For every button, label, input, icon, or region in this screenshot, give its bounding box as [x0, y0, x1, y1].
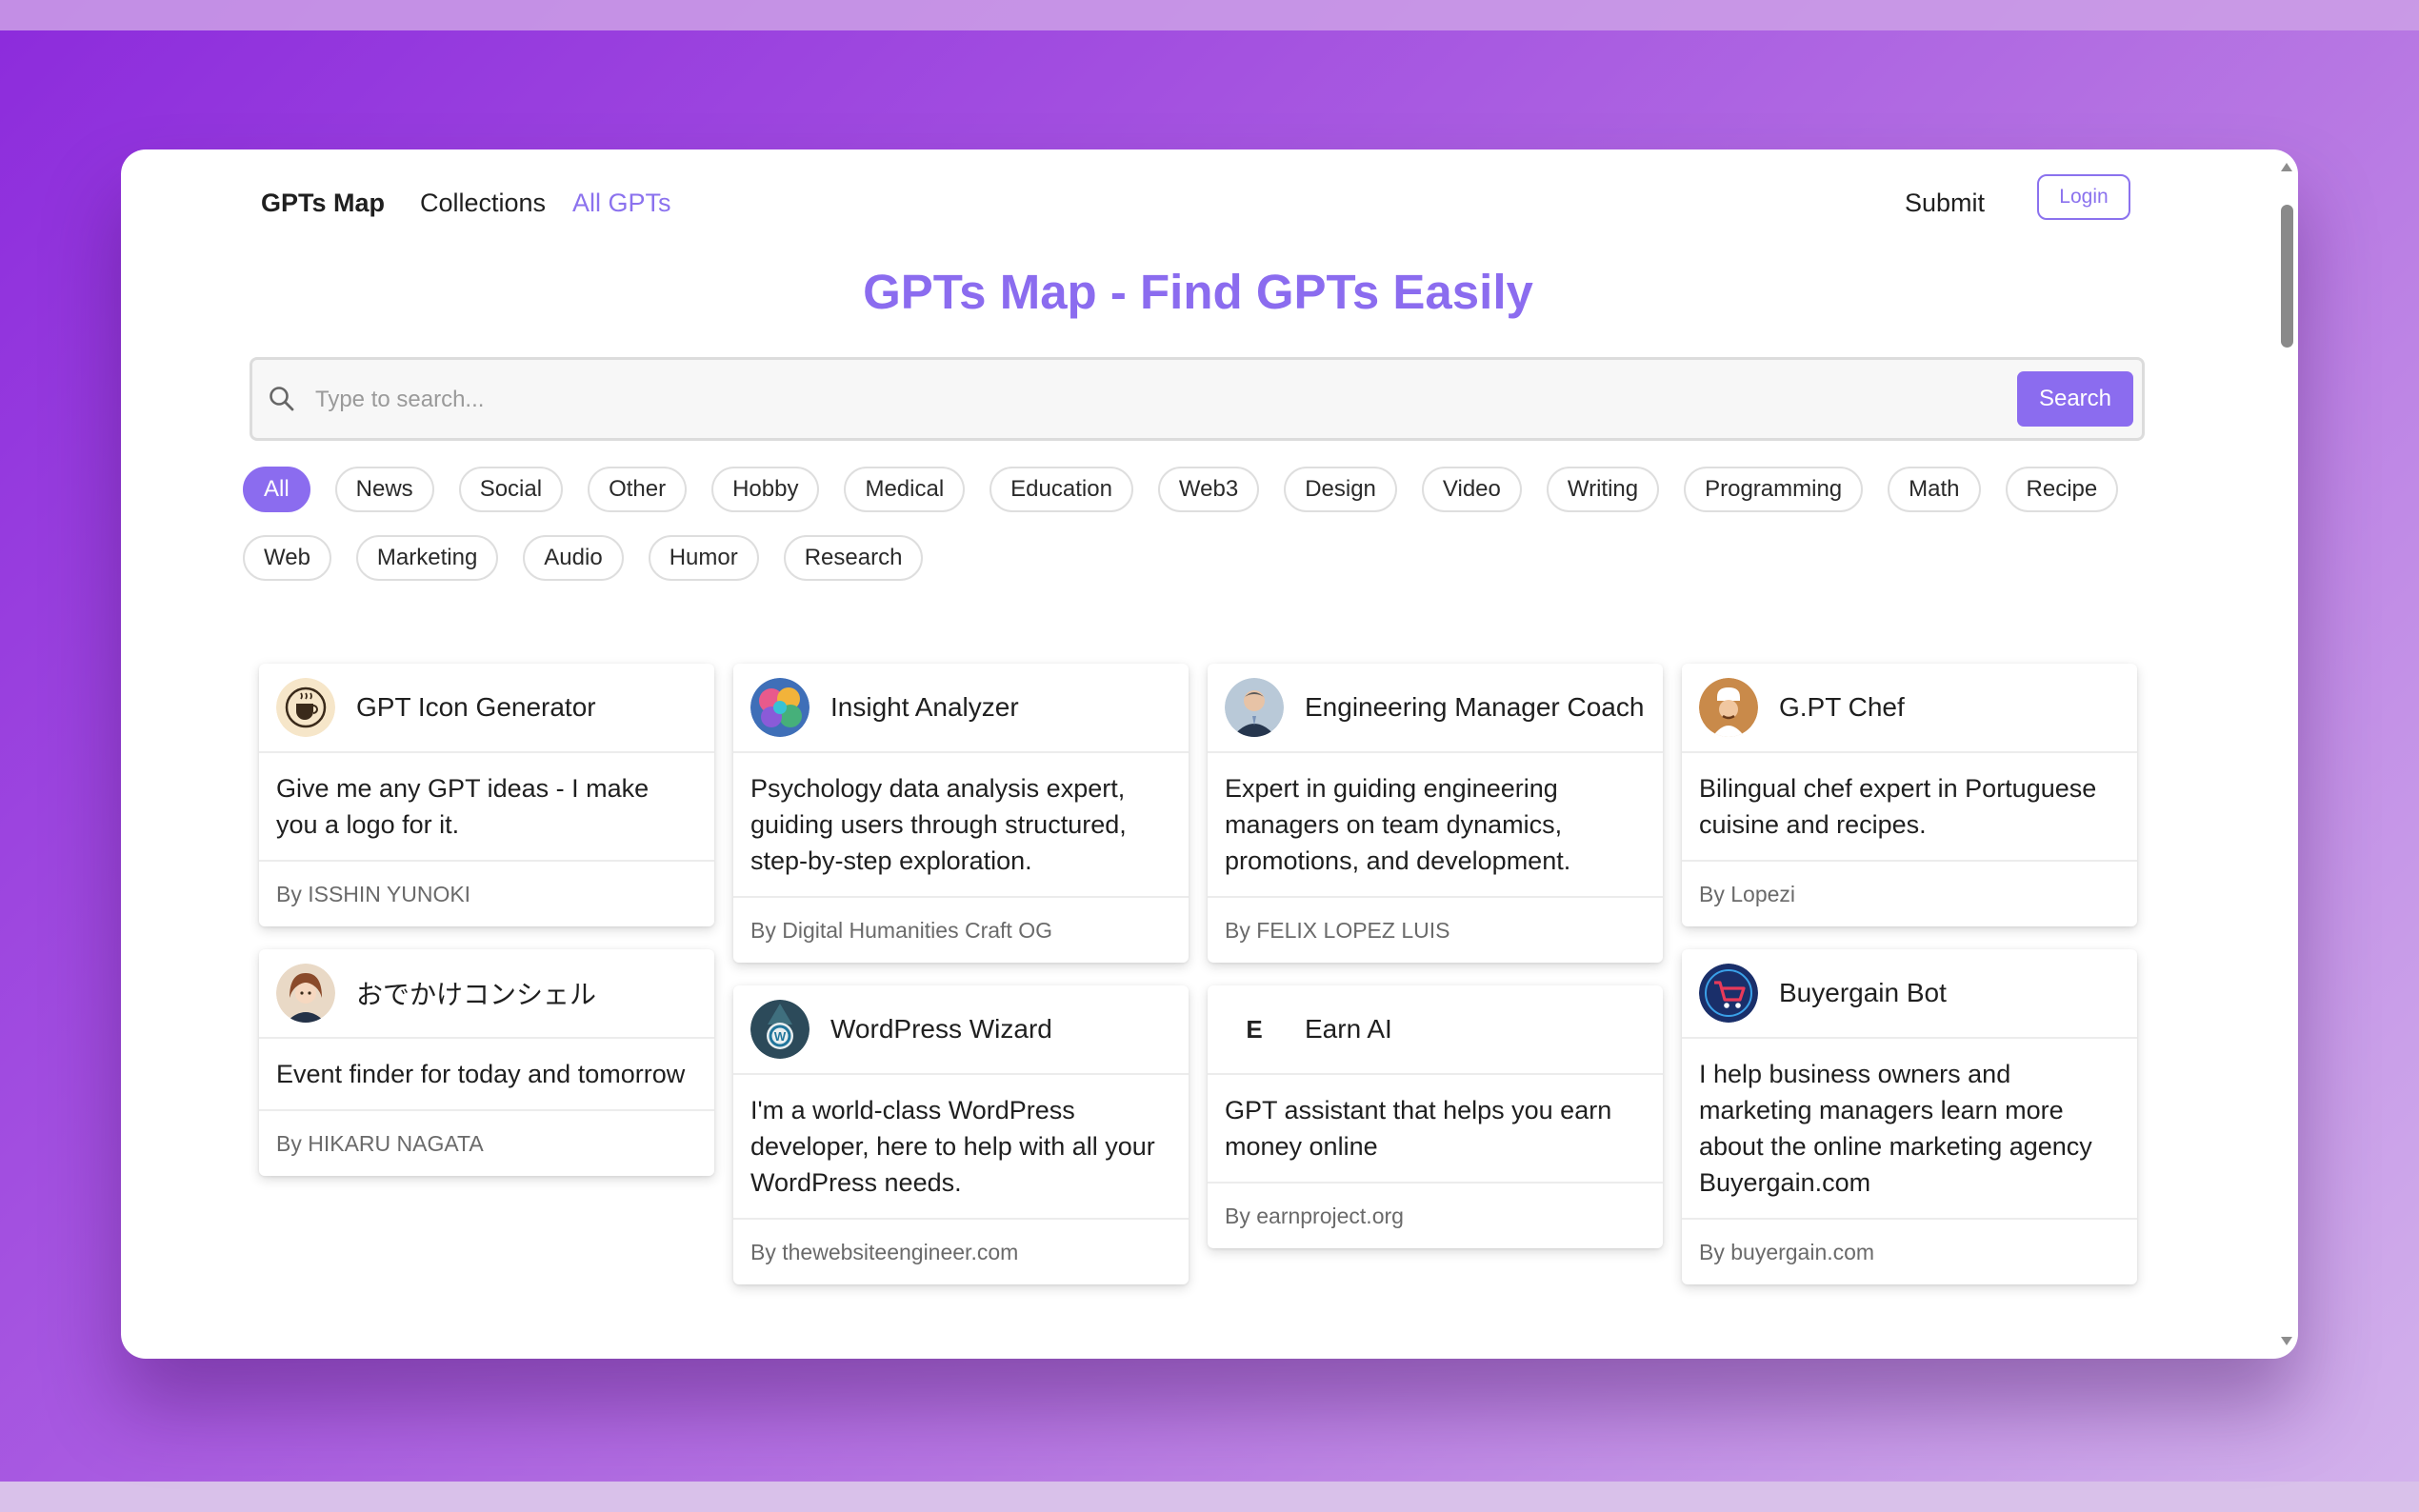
card-title: GPT Icon Generator	[356, 692, 596, 722]
card-header: Engineering Manager Coach	[1208, 664, 1663, 753]
category-chip-news[interactable]: News	[334, 467, 434, 512]
gpt-card[interactable]: おでかけコンシェル Event finder for today and tom…	[259, 949, 714, 1176]
card-header: E Earn AI	[1208, 985, 1663, 1075]
login-button[interactable]: Login	[2037, 174, 2130, 220]
category-chip-math[interactable]: Math	[1888, 467, 1981, 512]
card-column-3: Engineering Manager Coach Expert in guid…	[1208, 664, 1663, 1284]
category-chip-writing[interactable]: Writing	[1546, 467, 1660, 512]
card-title: Insight Analyzer	[830, 692, 1019, 722]
card-header: Buyergain Bot	[1682, 949, 2137, 1039]
gpt-card[interactable]: W WordPress Wizard I'm a world-class Wor…	[733, 985, 1189, 1284]
category-chip-all[interactable]: All	[243, 467, 310, 512]
gpt-card[interactable]: Engineering Manager Coach Expert in guid…	[1208, 664, 1663, 963]
category-chip-medical[interactable]: Medical	[844, 467, 966, 512]
card-header: Insight Analyzer	[733, 664, 1189, 753]
category-chip-web[interactable]: Web	[243, 535, 331, 581]
category-chip-video[interactable]: Video	[1421, 467, 1522, 512]
card-column-4: G.PT Chef Bilingual chef expert in Portu…	[1682, 664, 2137, 1284]
category-chip-humor[interactable]: Humor	[648, 535, 759, 581]
scroll-down-arrow-icon[interactable]	[2281, 1337, 2292, 1345]
card-author: By buyergain.com	[1699, 1240, 1875, 1264]
card-author: By ISSHIN YUNOKI	[276, 882, 471, 906]
gpt-card[interactable]: GPT Icon Generator Give me any GPT ideas…	[259, 664, 714, 926]
card-title: おでかけコンシェル	[356, 980, 597, 1009]
search-input[interactable]	[313, 375, 1917, 425]
category-filters: All News Social Other Hobby Medical Educ…	[243, 467, 2148, 604]
card-author: By HIKARU NAGATA	[276, 1131, 484, 1156]
desktop-bottom-strip	[0, 1482, 2419, 1512]
card-author: By FELIX LOPEZ LUIS	[1225, 918, 1450, 943]
wizard-wordpress-icon: W	[750, 1000, 810, 1059]
scroll-up-arrow-icon[interactable]	[2281, 163, 2292, 171]
category-chip-design[interactable]: Design	[1284, 467, 1397, 512]
card-column-2: Insight Analyzer Psychology data analysi…	[733, 664, 1189, 1284]
search-icon	[270, 387, 294, 411]
card-description: Psychology data analysis expert, guiding…	[733, 753, 1189, 898]
card-column-1: GPT Icon Generator Give me any GPT ideas…	[259, 664, 714, 1284]
gpt-card[interactable]: E Earn AI GPT assistant that helps you e…	[1208, 985, 1663, 1248]
card-author: By Lopezi	[1699, 882, 1796, 906]
card-description: I'm a world-class WordPress developer, h…	[733, 1075, 1189, 1220]
card-title: Buyergain Bot	[1779, 978, 1947, 1007]
anime-concierge-icon	[276, 964, 335, 1023]
card-description: I help business owners and marketing man…	[1682, 1039, 2137, 1220]
card-author: By thewebsiteengineer.com	[750, 1240, 1019, 1264]
category-chip-audio[interactable]: Audio	[523, 535, 624, 581]
card-title: Engineering Manager Coach	[1305, 692, 1645, 722]
gpt-card[interactable]: Buyergain Bot I help business owners and…	[1682, 949, 2137, 1284]
browser-window: GPTs Map Collections All GPTs Submit Log…	[121, 149, 2298, 1359]
search-button[interactable]: Search	[2017, 371, 2133, 427]
gpt-card[interactable]: G.PT Chef Bilingual chef expert in Portu…	[1682, 664, 2137, 926]
scrollbar-thumb[interactable]	[2281, 205, 2293, 348]
nav-collections-link[interactable]: Collections	[420, 184, 546, 222]
chef-icon	[1699, 678, 1758, 737]
card-title: Earn AI	[1305, 1014, 1392, 1044]
category-chip-marketing[interactable]: Marketing	[355, 535, 499, 581]
card-author: By earnproject.org	[1225, 1204, 1404, 1228]
category-chip-web3[interactable]: Web3	[1157, 467, 1260, 512]
card-title: G.PT Chef	[1779, 692, 1905, 722]
card-header: G.PT Chef	[1682, 664, 2137, 753]
earn-logo-letter: E	[1246, 1015, 1262, 1044]
svg-text:W: W	[774, 1029, 787, 1044]
card-title: WordPress Wizard	[830, 1014, 1052, 1044]
category-chip-research[interactable]: Research	[783, 535, 924, 581]
coffee-cup-logo-icon	[276, 678, 335, 737]
brand-link[interactable]: GPTs Map	[261, 184, 385, 222]
card-description: Bilingual chef expert in Portuguese cuis…	[1682, 753, 2137, 862]
card-description: Give me any GPT ideas - I make you a log…	[259, 753, 714, 862]
page-scrollbar[interactable]	[2275, 149, 2298, 1359]
shopping-cart-icon	[1699, 964, 1758, 1023]
gpt-card[interactable]: Insight Analyzer Psychology data analysi…	[733, 664, 1189, 963]
card-header: GPT Icon Generator	[259, 664, 714, 753]
card-description: GPT assistant that helps you earn money …	[1208, 1075, 1663, 1184]
colorful-brain-icon	[750, 678, 810, 737]
card-description: Expert in guiding engineering managers o…	[1208, 753, 1663, 898]
card-header: W WordPress Wizard	[733, 985, 1189, 1075]
earn-logo-icon: E	[1225, 1000, 1284, 1059]
category-row-1: All News Social Other Hobby Medical Educ…	[243, 467, 2148, 512]
category-chip-recipe[interactable]: Recipe	[2005, 467, 2119, 512]
category-chip-hobby[interactable]: Hobby	[711, 467, 820, 512]
category-row-2: Web Marketing Audio Humor Research	[243, 535, 2148, 581]
category-chip-programming[interactable]: Programming	[1684, 467, 1864, 512]
desktop-top-strip	[0, 0, 2419, 30]
top-navigation: GPTs Map Collections All GPTs Submit Log…	[121, 149, 2298, 245]
category-chip-social[interactable]: Social	[458, 467, 564, 512]
category-chip-other[interactable]: Other	[588, 467, 688, 512]
man-in-suit-icon	[1225, 678, 1284, 737]
nav-all-gpts-link[interactable]: All GPTs	[572, 184, 671, 222]
category-chip-education[interactable]: Education	[990, 467, 1133, 512]
nav-submit-link[interactable]: Submit	[1905, 184, 1985, 222]
card-header: おでかけコンシェル	[259, 949, 714, 1039]
page-title: GPTs Map - Find GPTs Easily	[863, 265, 1533, 319]
card-author: By Digital Humanities Craft OG	[750, 918, 1052, 943]
card-description: Event finder for today and tomorrow	[259, 1039, 714, 1111]
gpt-card-grid: GPT Icon Generator Give me any GPT ideas…	[259, 664, 2141, 1284]
search-bar: Search	[250, 357, 2145, 441]
